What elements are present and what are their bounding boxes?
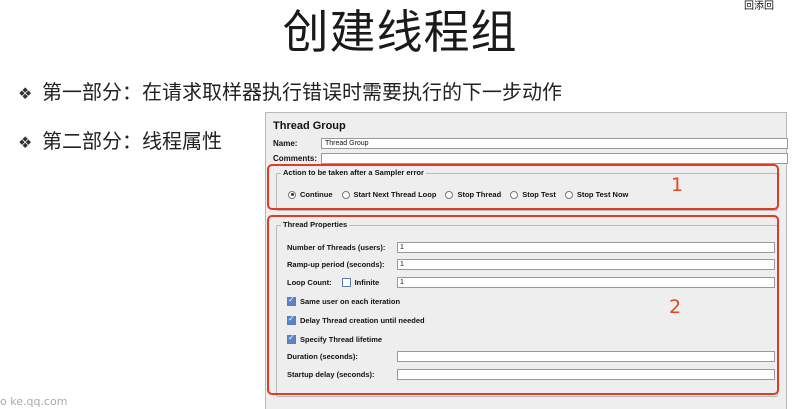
annotation-box-1 — [267, 164, 779, 210]
annotation-number-2: 2 — [669, 296, 682, 318]
diamond-bullet-icon: ❖ — [18, 133, 33, 152]
annotation-box-2 — [267, 215, 779, 395]
panel-title: Thread Group — [273, 120, 346, 132]
watermark: o ke.qq.com — [0, 395, 68, 408]
bullet-part-one: ❖ 第一部分：在请求取样器执行错误时需要执行的下一步动作 — [18, 76, 562, 105]
diamond-bullet-icon: ❖ — [18, 84, 33, 103]
bullet-part-two: ❖ 第二部分：线程属性 — [18, 125, 222, 154]
comments-label: Comments: — [273, 154, 318, 163]
bullet-text: 第二部分：线程属性 — [42, 129, 222, 153]
comments-row: Comments: — [273, 153, 788, 164]
comments-input[interactable] — [321, 153, 788, 164]
name-row: Name: Thread Group — [273, 138, 788, 149]
slide-title: 创建线程组 — [282, 5, 518, 59]
name-label: Name: — [273, 139, 298, 148]
name-input[interactable]: Thread Group — [321, 138, 788, 149]
annotation-number-1: 1 — [671, 174, 684, 196]
bullet-text: 第一部分：在请求取样器执行错误时需要执行的下一步动作 — [42, 80, 562, 104]
qr-code: 回添回 — [744, 1, 774, 12]
